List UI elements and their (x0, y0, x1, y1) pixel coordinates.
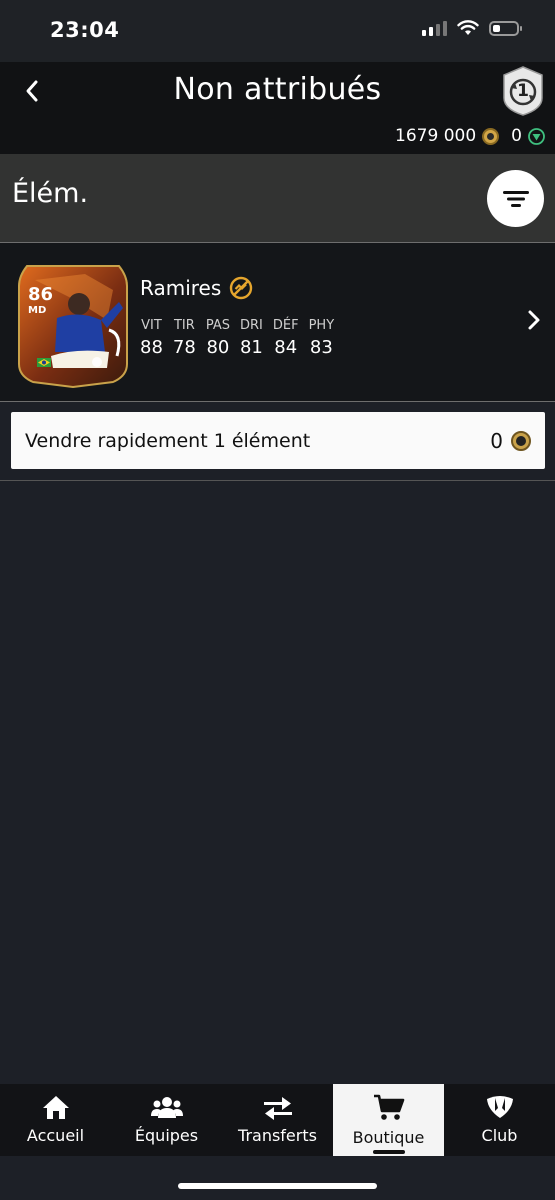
section-header: Élém. (0, 154, 555, 243)
coin-icon (482, 127, 500, 145)
cart-icon (373, 1094, 404, 1120)
player-card: 86 MD (15, 260, 131, 389)
quick-sell-amount: 0 (490, 428, 503, 453)
stat-label: VIT (141, 318, 162, 333)
stat-value: 84 (274, 337, 298, 358)
status-time: 23:04 (50, 18, 120, 42)
tab-label: Transferts (238, 1126, 317, 1145)
section-title: Élém. (12, 178, 89, 209)
chevron-right-icon (528, 310, 540, 330)
stat-vit: VIT 88 (140, 318, 163, 358)
stat-dri: DRI 81 (240, 318, 263, 358)
quick-sell-price: 0 (490, 429, 531, 453)
home-icon (42, 1096, 69, 1119)
currency-display: 1679 000 0 (395, 126, 545, 146)
untradeable-icon (230, 276, 253, 300)
page-title: Non attribués (173, 72, 382, 107)
tab-transferts[interactable]: Transferts (222, 1084, 333, 1156)
tab-label: Club (481, 1126, 518, 1145)
tab-club[interactable]: Club (444, 1084, 555, 1156)
filter-icon (502, 190, 529, 207)
stat-pas: PAS 80 (206, 318, 230, 358)
status-bar: 23:04 (0, 0, 555, 62)
player-stats: VIT 88 TIR 78 PAS 80 DRI 81 DÉF 84 PHY 8… (140, 318, 334, 358)
player-name: Ramires (140, 276, 222, 300)
player-name-row: Ramires (140, 276, 253, 300)
stat-value: 78 (172, 337, 196, 358)
transfer-arrows-icon (263, 1097, 292, 1120)
divider (0, 480, 555, 481)
stat-phy: PHY 83 (309, 318, 335, 358)
quick-sell-label: Vendre rapidement 1 élément (25, 429, 311, 452)
stat-label: TIR (173, 318, 195, 333)
stat-label: DÉF (272, 318, 299, 333)
stat-label: PHY (308, 318, 335, 333)
signal-icon (422, 20, 447, 36)
coins-amount: 1679 000 (395, 126, 477, 146)
stat-value: 83 (309, 337, 333, 358)
objectives-button[interactable]: 1 (501, 66, 545, 116)
points-amount: 0 (511, 126, 522, 146)
tab-label: Accueil (26, 1126, 85, 1145)
stat-label: DRI (239, 318, 263, 333)
tab-label: Équipes (134, 1126, 199, 1145)
tab-boutique[interactable]: Boutique (333, 1084, 444, 1156)
active-tab-indicator (373, 1150, 405, 1154)
filter-button[interactable] (487, 170, 544, 227)
quick-sell-button[interactable]: Vendre rapidement 1 élément 0 (11, 412, 545, 469)
battery-icon (489, 20, 522, 36)
status-icons (422, 20, 522, 36)
tab-accueil[interactable]: Accueil (0, 1084, 111, 1156)
home-indicator[interactable] (178, 1183, 377, 1189)
battery-level (493, 24, 500, 32)
fc-points-icon (528, 127, 545, 145)
stat-value: 80 (206, 337, 230, 358)
coin-icon (511, 430, 531, 451)
stat-tir: TIR 78 (173, 318, 196, 358)
player-rating: 86 (28, 284, 54, 305)
stat-value: 88 (140, 337, 163, 358)
stat-def: DÉF 84 (273, 318, 299, 358)
header: Non attribués 1 1679 000 0 (0, 62, 555, 154)
objectives-count: 1 (517, 81, 529, 101)
player-card-art (18, 265, 128, 389)
club-icon (486, 1096, 513, 1118)
tab-label: Boutique (352, 1128, 425, 1147)
player-position: MD (28, 305, 47, 316)
home-indicator-area (0, 1156, 555, 1200)
people-icon (150, 1097, 183, 1118)
stat-value: 81 (239, 337, 263, 358)
player-list-item[interactable]: 86 MD Ramires VIT 88 TIR 78 PAS 80 DRI 8… (0, 243, 555, 402)
row-chevron[interactable] (527, 309, 541, 335)
wifi-icon (457, 20, 479, 35)
stat-label: PAS (205, 318, 230, 333)
tab-equipes[interactable]: Équipes (111, 1084, 222, 1156)
tab-bar: Accueil Équipes Transferts Boutique Club (0, 1084, 555, 1156)
